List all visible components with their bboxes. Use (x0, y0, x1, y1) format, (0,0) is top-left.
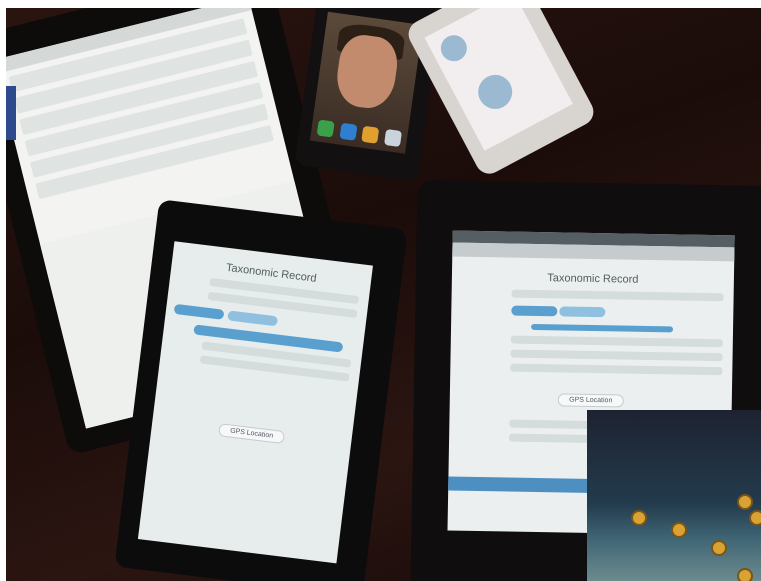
music-app-icon (383, 128, 403, 148)
phone-app-icon (316, 119, 335, 138)
map-marker (737, 568, 753, 581)
map-marker (631, 510, 647, 526)
android-tablet: Taxonomic Record GPS Location (114, 199, 408, 581)
toggle-option[interactable] (559, 306, 606, 318)
button-wrap: GPS Location (152, 408, 353, 452)
top-border (0, 0, 761, 8)
map-marker (617, 470, 633, 486)
toggle-option[interactable] (511, 305, 558, 317)
map-marker (749, 510, 761, 526)
map-inset (587, 410, 761, 581)
form-field (510, 349, 723, 362)
browser-app-icon (361, 125, 380, 144)
map-marker (737, 494, 753, 510)
toggle-option[interactable] (173, 303, 225, 320)
mail-app-icon (339, 122, 358, 141)
iphone-screen (309, 11, 424, 154)
gps-location-button[interactable]: GPS Location (218, 423, 285, 445)
map-marker (711, 540, 727, 556)
app-dock (316, 119, 403, 149)
form-field (510, 335, 723, 348)
form-field (510, 363, 723, 376)
htc-phone-screen (424, 8, 573, 151)
chart-circle (472, 68, 519, 115)
slider[interactable] (531, 323, 674, 333)
toggle-option[interactable] (227, 310, 279, 327)
form-field (511, 289, 724, 302)
toggle-group (511, 305, 723, 320)
htc-phone (403, 8, 599, 179)
form-title: Taxonomic Record (547, 272, 639, 286)
blue-edge-strip (6, 86, 16, 140)
gps-location-button[interactable]: GPS Location (558, 393, 624, 408)
button-wrap: GPS Location (450, 384, 732, 409)
map-marker (671, 522, 687, 538)
android-tablet-screen: Taxonomic Record GPS Location (137, 241, 373, 564)
avatar (436, 30, 472, 66)
